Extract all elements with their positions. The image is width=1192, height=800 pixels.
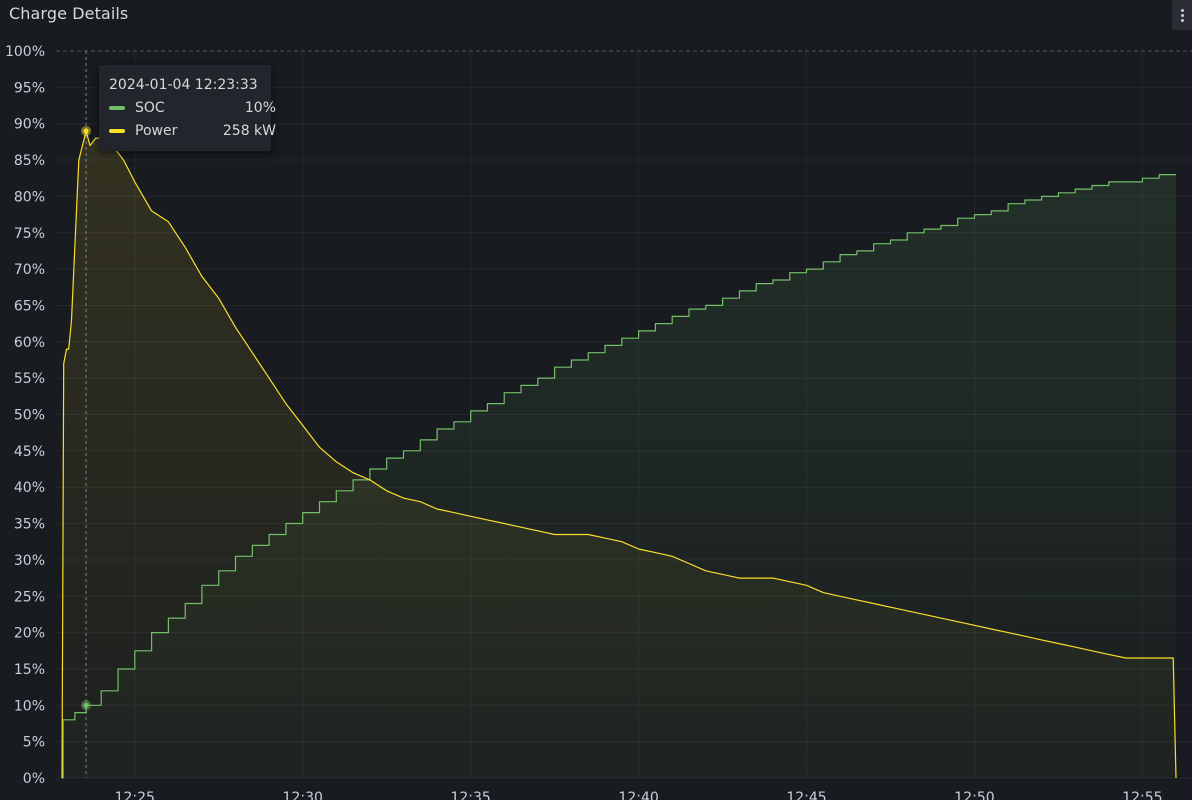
y-tick-label: 45% (14, 444, 45, 460)
y-tick-label: 15% (14, 662, 45, 678)
tooltip-time: 2024-01-04 12:23:33 (109, 77, 258, 93)
y-tick-label: 55% (14, 371, 45, 387)
y-tick-label: 30% (14, 553, 45, 569)
chart-tooltip: 2024-01-04 12:23:33 SOC 10% Power 258 kW (99, 65, 276, 151)
x-tick-label: 12:35 (450, 790, 490, 800)
y-tick-label: 0% (23, 771, 45, 787)
series-areas (62, 131, 1176, 779)
y-tick-label: 100% (5, 44, 45, 60)
tooltip-series-name: Power (135, 123, 178, 139)
soc-cursor-point (83, 702, 89, 708)
x-axis: 12:25 12:30 12:35 12:40 12:45 12:50 12:55 (115, 790, 1163, 800)
x-tick-label: 12:50 (954, 790, 994, 800)
y-tick-label: 35% (14, 517, 45, 533)
y-tick-label: 50% (14, 408, 45, 424)
tooltip-row-power: Power 258 kW (109, 122, 276, 140)
y-tick-label: 75% (14, 226, 45, 242)
x-tick-label: 12:55 (1122, 790, 1162, 800)
y-tick-label: 20% (14, 626, 45, 642)
charge-details-panel: Charge Details 0% 5% 10% 15% 20% 25% 30% 35% 40%… (0, 0, 1192, 800)
y-tick-label: 85% (14, 153, 45, 169)
x-tick-label: 12:40 (618, 790, 658, 800)
power-cursor-point (83, 128, 89, 134)
tooltip-row-soc: SOC 10% (109, 99, 276, 117)
y-tick-label: 60% (14, 335, 45, 351)
y-tick-label: 70% (14, 262, 45, 278)
x-tick-label: 12:25 (115, 790, 155, 800)
y-tick-label: 10% (14, 698, 45, 714)
power-legend-swatch (109, 129, 125, 133)
y-tick-label: 90% (14, 117, 45, 133)
y-tick-label: 5% (23, 735, 45, 751)
y-tick-label: 65% (14, 298, 45, 314)
y-tick-label: 95% (14, 80, 45, 96)
x-tick-label: 12:45 (786, 790, 826, 800)
y-tick-label: 25% (14, 589, 45, 605)
soc-legend-swatch (109, 106, 125, 110)
tooltip-series-name: SOC (135, 100, 165, 116)
x-tick-label: 12:30 (283, 790, 323, 800)
y-axis: 0% 5% 10% 15% 20% 25% 30% 35% 40% 45% 50% 55% 60% 65%… (5, 44, 45, 787)
tooltip-series-value: 10% (244, 100, 276, 116)
y-tick-label: 80% (14, 189, 45, 205)
tooltip-series-value: 258 kW (222, 123, 276, 139)
y-tick-label: 40% (14, 480, 45, 496)
